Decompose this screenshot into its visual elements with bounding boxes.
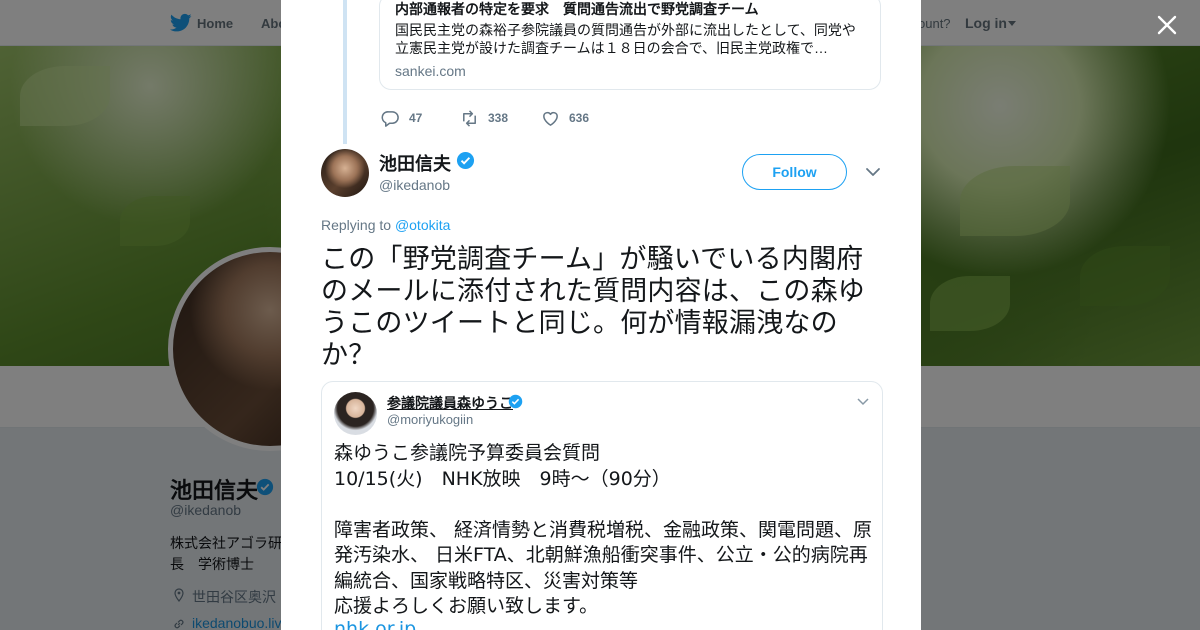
card-description: 国民民主党の森裕子参院議員の質問通告が外部に流出したとして、同党や立憲民主党が設… [395,22,856,56]
retweet-count: 338 [488,111,509,125]
author-avatar[interactable] [321,149,369,197]
embedded-tweet-text: 森ゆうこ参議院予算委員会質問 10/15(火) NHK放映 9時～（90分） 障… [334,441,879,620]
thread-connector-line [343,0,347,144]
like-count: 636 [569,111,590,125]
close-icon[interactable] [1154,12,1180,38]
embedded-line: 10/15(火) NHK放映 9時～（90分） [334,467,671,490]
embedded-line-blank [334,492,879,518]
link-preview-card[interactable]: 内部通報者の特定を要求 質問通告流出で野党調査チーム 国民民主党の森裕子参院議員… [379,0,881,90]
reply-count: 47 [409,111,423,125]
embedded-line: 応援よろしくお願い致します。 [334,595,599,617]
follow-button[interactable]: Follow [742,154,847,190]
verified-badge-icon [508,394,523,409]
embedded-avatar [334,392,377,435]
chevron-down-icon [857,398,869,406]
retweet-icon [463,110,476,127]
replying-to: Replying to @otokita [321,217,450,233]
tweet-media-image[interactable]: 参議院議員森ゆうこ @moriyukogiin 森ゆうこ参議院予算委員会質問 1… [321,381,883,630]
replying-to-label: Replying to [321,217,392,233]
author-handle[interactable]: @ikedanob [379,177,450,193]
like-icon [543,111,558,126]
tweet-text: この「野党調査チーム」が騒いでいる内閣府のメールに添付された質問内容は、この森ゆ… [321,244,865,370]
embedded-link: nhk.or.jp [334,618,417,630]
embedded-author-name: 参議院議員森ゆうこ [387,395,513,411]
chevron-down-icon[interactable] [864,163,882,181]
verified-badge-icon [456,151,475,170]
card-domain: sankei.com [395,63,466,79]
author-name[interactable]: 池田信夫 [379,150,451,176]
replying-to-user-link[interactable]: @otokita [395,217,450,233]
reply-icon [381,111,399,127]
embedded-line: 森ゆうこ参議院予算委員会質問 [334,442,601,464]
tweet-modal: 内部通報者の特定を要求 質問通告流出で野党調査チーム 国民民主党の森裕子参院議員… [281,0,921,630]
embedded-line: 障害者政策、 経済情勢と消費税増税、金融政策、関電問題、原発汚染水、 日米FTA… [334,518,873,592]
card-title: 内部通報者の特定を要求 質問通告流出で野党調査チーム [395,1,759,17]
embedded-author-handle: @moriyukogiin [387,412,474,427]
